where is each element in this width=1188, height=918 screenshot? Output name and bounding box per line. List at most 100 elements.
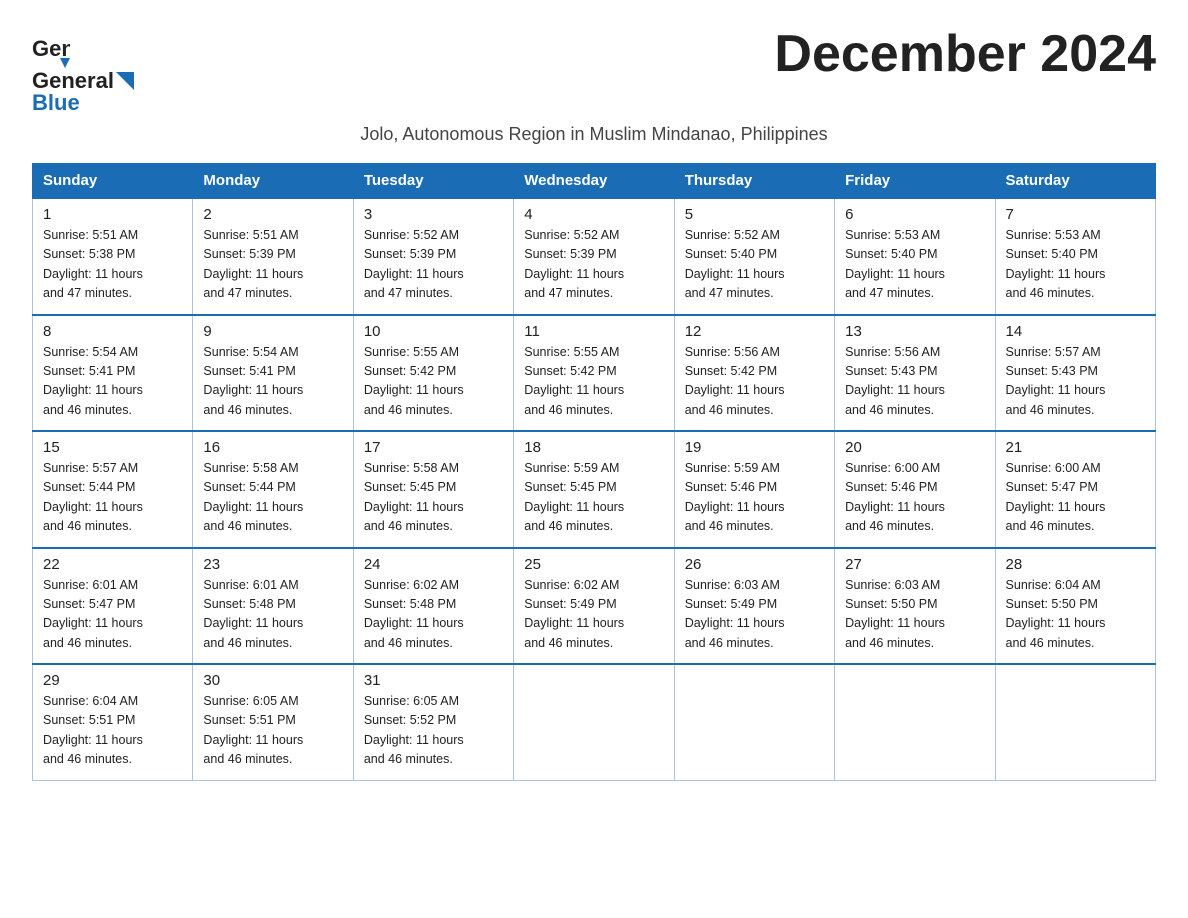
day-info: Sunrise: 5:59 AM Sunset: 5:45 PM Dayligh… xyxy=(524,459,663,537)
day-info: Sunrise: 5:55 AM Sunset: 5:42 PM Dayligh… xyxy=(364,343,503,421)
logo: General General Blue xyxy=(32,30,136,116)
calendar-cell: 6 Sunrise: 5:53 AM Sunset: 5:40 PM Dayli… xyxy=(835,198,995,315)
day-info: Sunrise: 5:52 AM Sunset: 5:40 PM Dayligh… xyxy=(685,226,824,304)
day-info: Sunrise: 6:00 AM Sunset: 5:46 PM Dayligh… xyxy=(845,459,984,537)
logo-blue-text: Blue xyxy=(32,90,80,116)
day-number: 10 xyxy=(364,323,503,340)
calendar-cell: 19 Sunrise: 5:59 AM Sunset: 5:46 PM Dayl… xyxy=(674,431,834,548)
calendar-week-row: 1 Sunrise: 5:51 AM Sunset: 5:38 PM Dayli… xyxy=(33,198,1156,315)
day-number: 2 xyxy=(203,206,342,223)
day-info: Sunrise: 5:57 AM Sunset: 5:43 PM Dayligh… xyxy=(1006,343,1145,421)
day-info: Sunrise: 5:53 AM Sunset: 5:40 PM Dayligh… xyxy=(1006,226,1145,304)
subtitle: Jolo, Autonomous Region in Muslim Mindan… xyxy=(32,124,1156,145)
calendar-cell: 28 Sunrise: 6:04 AM Sunset: 5:50 PM Dayl… xyxy=(995,548,1155,665)
day-info: Sunrise: 6:02 AM Sunset: 5:48 PM Dayligh… xyxy=(364,576,503,654)
day-info: Sunrise: 5:58 AM Sunset: 5:45 PM Dayligh… xyxy=(364,459,503,537)
day-number: 13 xyxy=(845,323,984,340)
day-info: Sunrise: 6:05 AM Sunset: 5:52 PM Dayligh… xyxy=(364,692,503,770)
calendar-cell: 3 Sunrise: 5:52 AM Sunset: 5:39 PM Dayli… xyxy=(353,198,513,315)
day-number: 16 xyxy=(203,439,342,456)
day-info: Sunrise: 6:03 AM Sunset: 5:49 PM Dayligh… xyxy=(685,576,824,654)
day-number: 24 xyxy=(364,556,503,573)
day-number: 23 xyxy=(203,556,342,573)
day-info: Sunrise: 6:04 AM Sunset: 5:50 PM Dayligh… xyxy=(1006,576,1145,654)
day-info: Sunrise: 5:55 AM Sunset: 5:42 PM Dayligh… xyxy=(524,343,663,421)
day-info: Sunrise: 5:58 AM Sunset: 5:44 PM Dayligh… xyxy=(203,459,342,537)
day-number: 9 xyxy=(203,323,342,340)
day-number: 31 xyxy=(364,672,503,689)
calendar-cell: 25 Sunrise: 6:02 AM Sunset: 5:49 PM Dayl… xyxy=(514,548,674,665)
logo-icon: General xyxy=(32,30,70,68)
calendar-cell: 26 Sunrise: 6:03 AM Sunset: 5:49 PM Dayl… xyxy=(674,548,834,665)
column-header-saturday: Saturday xyxy=(995,164,1155,199)
calendar-cell xyxy=(835,664,995,780)
calendar-cell: 12 Sunrise: 5:56 AM Sunset: 5:42 PM Dayl… xyxy=(674,315,834,432)
calendar-cell: 5 Sunrise: 5:52 AM Sunset: 5:40 PM Dayli… xyxy=(674,198,834,315)
day-number: 28 xyxy=(1006,556,1145,573)
day-info: Sunrise: 5:57 AM Sunset: 5:44 PM Dayligh… xyxy=(43,459,182,537)
day-info: Sunrise: 5:52 AM Sunset: 5:39 PM Dayligh… xyxy=(524,226,663,304)
calendar-cell: 16 Sunrise: 5:58 AM Sunset: 5:44 PM Dayl… xyxy=(193,431,353,548)
day-info: Sunrise: 6:02 AM Sunset: 5:49 PM Dayligh… xyxy=(524,576,663,654)
day-info: Sunrise: 6:04 AM Sunset: 5:51 PM Dayligh… xyxy=(43,692,182,770)
calendar-cell: 18 Sunrise: 5:59 AM Sunset: 5:45 PM Dayl… xyxy=(514,431,674,548)
day-number: 7 xyxy=(1006,206,1145,223)
logo-triangle-icon xyxy=(116,72,134,90)
calendar-cell: 21 Sunrise: 6:00 AM Sunset: 5:47 PM Dayl… xyxy=(995,431,1155,548)
day-number: 18 xyxy=(524,439,663,456)
calendar-cell xyxy=(514,664,674,780)
day-info: Sunrise: 5:59 AM Sunset: 5:46 PM Dayligh… xyxy=(685,459,824,537)
day-number: 30 xyxy=(203,672,342,689)
calendar-cell: 17 Sunrise: 5:58 AM Sunset: 5:45 PM Dayl… xyxy=(353,431,513,548)
calendar-week-row: 29 Sunrise: 6:04 AM Sunset: 5:51 PM Dayl… xyxy=(33,664,1156,780)
day-number: 14 xyxy=(1006,323,1145,340)
calendar-cell: 31 Sunrise: 6:05 AM Sunset: 5:52 PM Dayl… xyxy=(353,664,513,780)
day-info: Sunrise: 5:51 AM Sunset: 5:38 PM Dayligh… xyxy=(43,226,182,304)
calendar-cell: 27 Sunrise: 6:03 AM Sunset: 5:50 PM Dayl… xyxy=(835,548,995,665)
day-number: 17 xyxy=(364,439,503,456)
day-info: Sunrise: 6:03 AM Sunset: 5:50 PM Dayligh… xyxy=(845,576,984,654)
day-number: 20 xyxy=(845,439,984,456)
calendar-cell: 29 Sunrise: 6:04 AM Sunset: 5:51 PM Dayl… xyxy=(33,664,193,780)
calendar-week-row: 15 Sunrise: 5:57 AM Sunset: 5:44 PM Dayl… xyxy=(33,431,1156,548)
calendar-cell: 14 Sunrise: 5:57 AM Sunset: 5:43 PM Dayl… xyxy=(995,315,1155,432)
day-info: Sunrise: 6:05 AM Sunset: 5:51 PM Dayligh… xyxy=(203,692,342,770)
day-info: Sunrise: 5:54 AM Sunset: 5:41 PM Dayligh… xyxy=(203,343,342,421)
day-number: 6 xyxy=(845,206,984,223)
day-number: 25 xyxy=(524,556,663,573)
calendar-week-row: 8 Sunrise: 5:54 AM Sunset: 5:41 PM Dayli… xyxy=(33,315,1156,432)
calendar-cell: 11 Sunrise: 5:55 AM Sunset: 5:42 PM Dayl… xyxy=(514,315,674,432)
day-number: 27 xyxy=(845,556,984,573)
calendar-header-row: SundayMondayTuesdayWednesdayThursdayFrid… xyxy=(33,164,1156,199)
column-header-wednesday: Wednesday xyxy=(514,164,674,199)
calendar-cell: 10 Sunrise: 5:55 AM Sunset: 5:42 PM Dayl… xyxy=(353,315,513,432)
calendar-cell: 30 Sunrise: 6:05 AM Sunset: 5:51 PM Dayl… xyxy=(193,664,353,780)
column-header-thursday: Thursday xyxy=(674,164,834,199)
day-info: Sunrise: 6:01 AM Sunset: 5:47 PM Dayligh… xyxy=(43,576,182,654)
day-info: Sunrise: 5:56 AM Sunset: 5:43 PM Dayligh… xyxy=(845,343,984,421)
day-info: Sunrise: 6:00 AM Sunset: 5:47 PM Dayligh… xyxy=(1006,459,1145,537)
day-info: Sunrise: 5:53 AM Sunset: 5:40 PM Dayligh… xyxy=(845,226,984,304)
calendar-cell xyxy=(995,664,1155,780)
calendar-cell: 9 Sunrise: 5:54 AM Sunset: 5:41 PM Dayli… xyxy=(193,315,353,432)
day-number: 1 xyxy=(43,206,182,223)
column-header-monday: Monday xyxy=(193,164,353,199)
day-number: 3 xyxy=(364,206,503,223)
calendar-cell: 1 Sunrise: 5:51 AM Sunset: 5:38 PM Dayli… xyxy=(33,198,193,315)
day-info: Sunrise: 5:52 AM Sunset: 5:39 PM Dayligh… xyxy=(364,226,503,304)
calendar-cell: 7 Sunrise: 5:53 AM Sunset: 5:40 PM Dayli… xyxy=(995,198,1155,315)
column-header-sunday: Sunday xyxy=(33,164,193,199)
day-info: Sunrise: 5:51 AM Sunset: 5:39 PM Dayligh… xyxy=(203,226,342,304)
calendar-cell: 4 Sunrise: 5:52 AM Sunset: 5:39 PM Dayli… xyxy=(514,198,674,315)
day-number: 22 xyxy=(43,556,182,573)
day-number: 8 xyxy=(43,323,182,340)
calendar-table: SundayMondayTuesdayWednesdayThursdayFrid… xyxy=(32,163,1156,781)
day-number: 15 xyxy=(43,439,182,456)
calendar-cell: 8 Sunrise: 5:54 AM Sunset: 5:41 PM Dayli… xyxy=(33,315,193,432)
day-number: 12 xyxy=(685,323,824,340)
day-info: Sunrise: 5:54 AM Sunset: 5:41 PM Dayligh… xyxy=(43,343,182,421)
calendar-week-row: 22 Sunrise: 6:01 AM Sunset: 5:47 PM Dayl… xyxy=(33,548,1156,665)
calendar-cell: 13 Sunrise: 5:56 AM Sunset: 5:43 PM Dayl… xyxy=(835,315,995,432)
column-header-friday: Friday xyxy=(835,164,995,199)
page-title: December 2024 xyxy=(774,24,1156,84)
